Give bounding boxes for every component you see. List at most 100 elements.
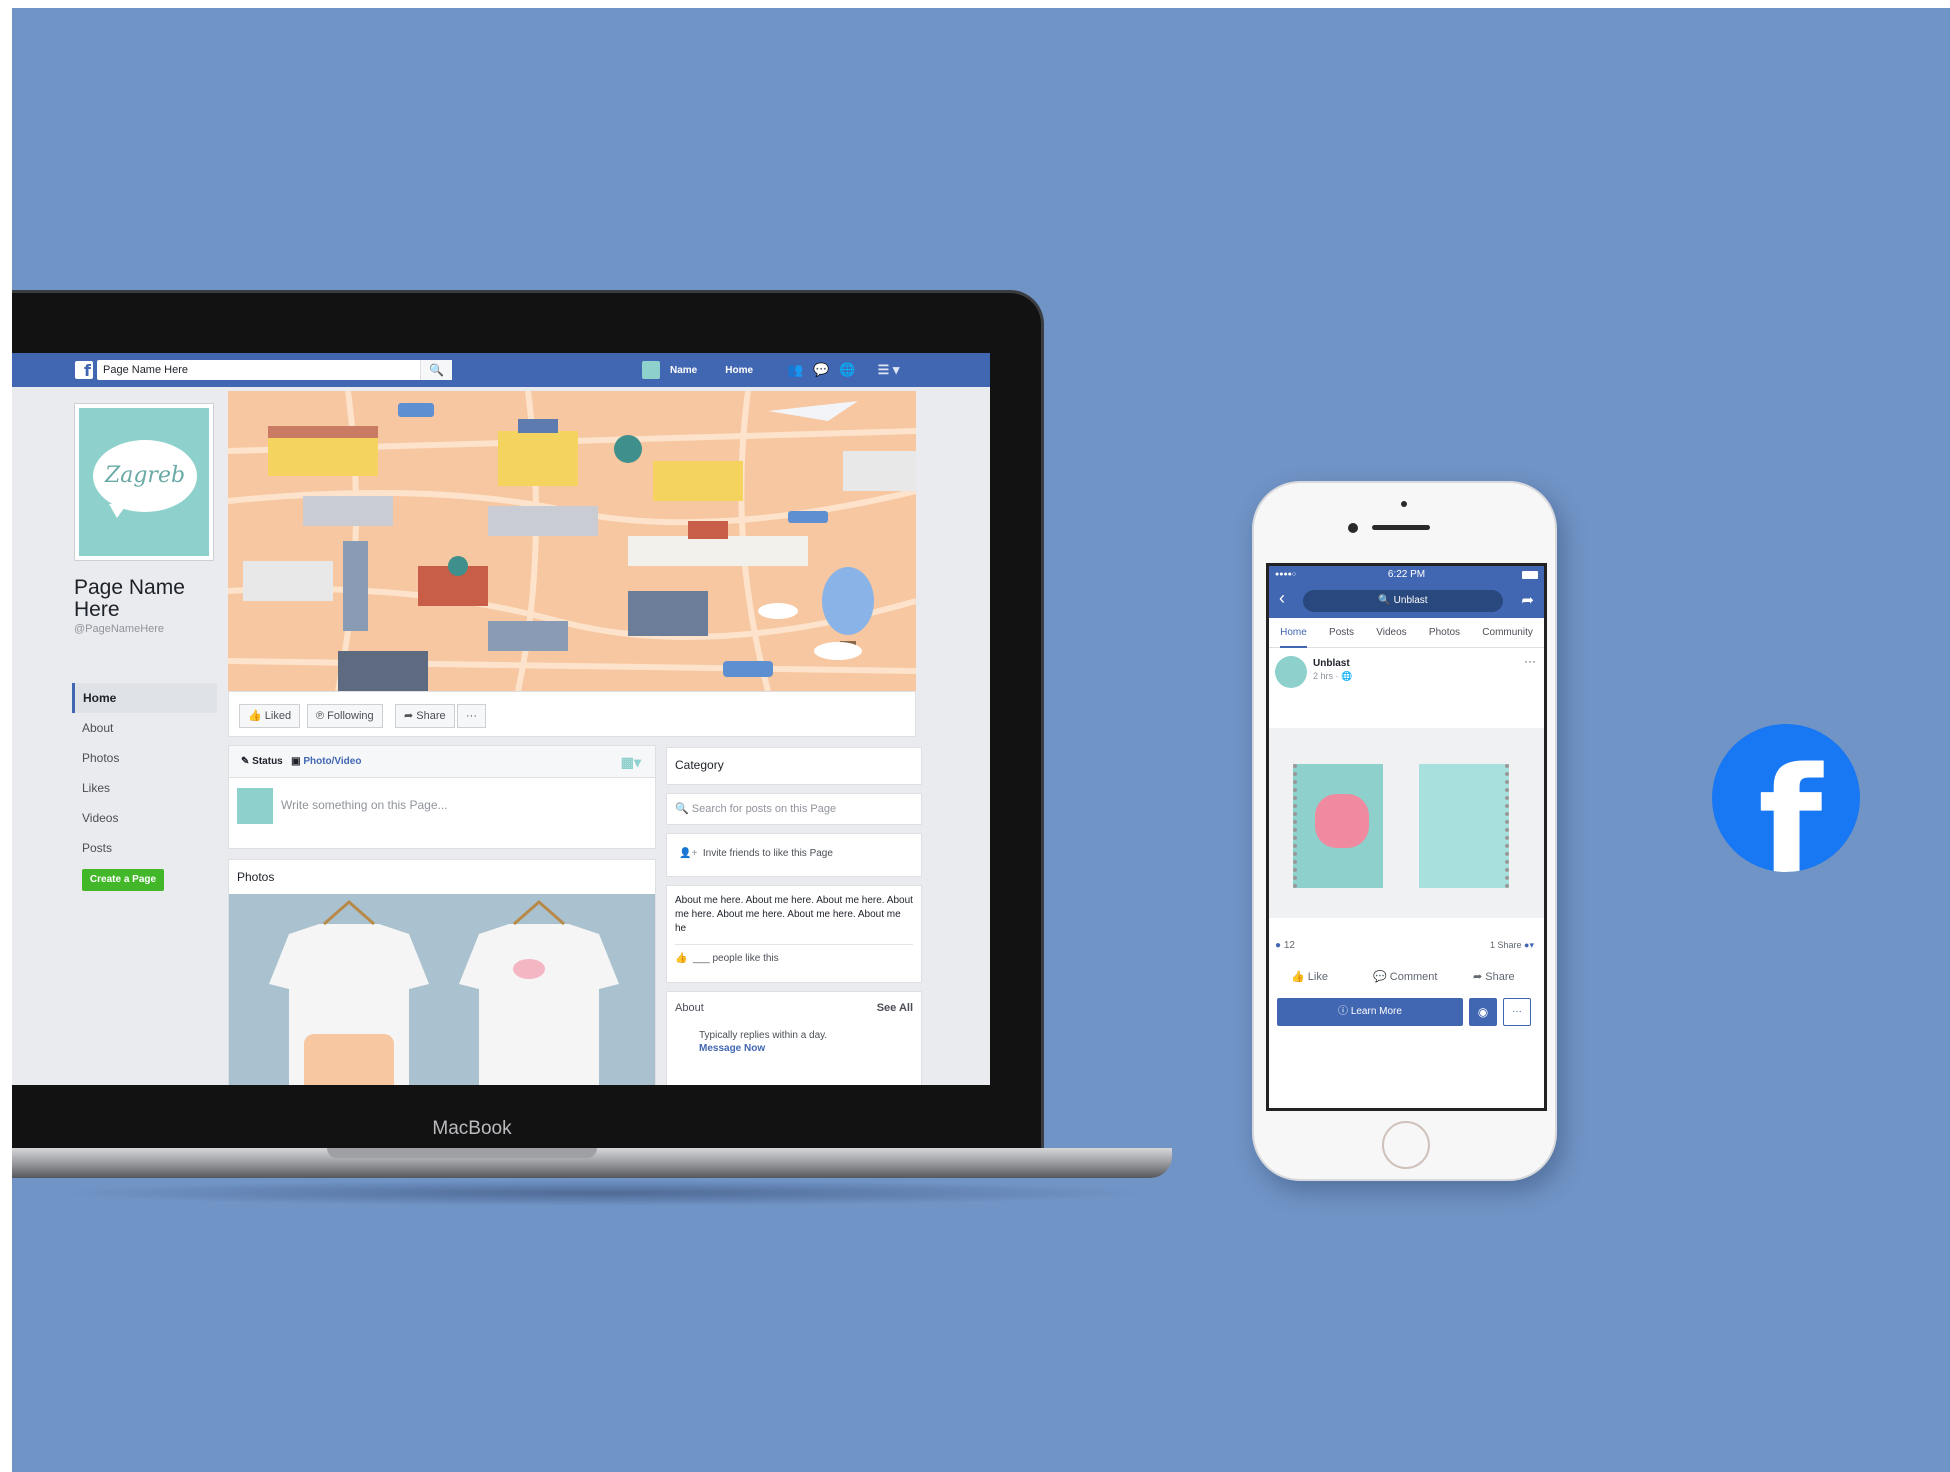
post-image[interactable]	[1269, 728, 1544, 918]
photo-video-tab[interactable]: Photo/Video	[303, 756, 361, 767]
see-all-link[interactable]: See All	[877, 1002, 913, 1014]
mobile-tabs: Home Posts Videos Photos Community	[1269, 618, 1544, 648]
phone-screen: ●●●●○ 6:22 PM ‹ 🔍 Unblast ➦ Home Posts V…	[1266, 563, 1547, 1111]
info-icon: ⓘ	[1338, 1006, 1349, 1017]
messenger-icon[interactable]: ◉	[1469, 998, 1497, 1026]
fb-top-bar: f Page Name Here 🔍 Name Home 👥 💬 🌐 ☰ ▾	[12, 353, 990, 387]
top-nav: Name Home 👥 💬 🌐 ☰ ▾	[642, 361, 899, 379]
page-profile-picture[interactable]: Zagreb	[74, 403, 214, 561]
menu-dropdown-icon[interactable]: ☰ ▾	[878, 362, 900, 378]
post-author[interactable]: Unblast	[1313, 658, 1350, 669]
search-icon[interactable]: 🔍	[420, 360, 452, 380]
more-options-button[interactable]: ···	[457, 704, 486, 728]
about-text: About me here. About me here. About me h…	[675, 895, 913, 934]
add-friend-icon: 👤+	[679, 848, 698, 859]
side-nav-home[interactable]: Home	[72, 683, 217, 713]
search-icon: 🔍	[1378, 595, 1391, 606]
liked-button[interactable]: 👍 Liked	[239, 704, 301, 728]
status-bar: ●●●●○ 6:22 PM	[1269, 566, 1544, 584]
nav-home[interactable]: Home	[725, 365, 753, 376]
city-map-illustration	[228, 391, 916, 691]
mobile-share-button[interactable]: ➦ Share	[1473, 970, 1515, 983]
reaction-count[interactable]: 12	[1284, 940, 1295, 951]
messages-icon[interactable]: 💬	[813, 362, 829, 378]
photos-section: Photos	[228, 859, 656, 1085]
battery-icon	[1522, 571, 1538, 579]
laptop-shadow	[52, 1180, 1152, 1206]
tab-community[interactable]: Community	[1482, 627, 1533, 638]
like-thumb-icon: 👍	[1291, 971, 1305, 983]
mobile-search-value: Unblast	[1393, 595, 1428, 606]
invite-friends-box[interactable]: 👤+ Invite friends to like this Page	[666, 833, 922, 877]
front-camera	[1348, 523, 1358, 533]
back-arrow-icon[interactable]: ‹	[1279, 588, 1285, 609]
about-box: About See All Typically replies within a…	[666, 991, 922, 1085]
cover-photo-map[interactable]	[228, 391, 916, 691]
about-summary-box: About me here. About me here. About me h…	[666, 885, 922, 983]
composer-tabs: ✎ Status ▣ Photo/Video ▦▾	[229, 746, 655, 778]
facebook-f-glyph: f	[1758, 736, 1823, 872]
pencil-icon: ✎	[241, 756, 250, 767]
side-nav-likes[interactable]: Likes	[72, 773, 217, 803]
avatar	[1275, 656, 1307, 688]
side-nav-videos[interactable]: Videos	[72, 803, 217, 833]
share-button[interactable]: ➦ Share	[395, 704, 455, 728]
share-label: Share	[416, 710, 446, 722]
tab-posts[interactable]: Posts	[1329, 627, 1354, 638]
tab-videos[interactable]: Videos	[1376, 627, 1406, 638]
earpiece	[1372, 525, 1430, 530]
home-button[interactable]	[1382, 1121, 1430, 1169]
page-side-nav: Home About Photos Likes Videos Posts	[72, 683, 217, 863]
more-button[interactable]: ···	[1503, 998, 1531, 1026]
photos-title: Photos	[237, 870, 275, 884]
status-time: 6:22 PM	[1387, 569, 1426, 580]
side-nav-photos[interactable]: Photos	[72, 743, 217, 773]
post-composer: ✎ Status ▣ Photo/Video ▦▾ Write somethin…	[228, 745, 656, 849]
zagreb-logo: Zagreb	[93, 440, 197, 512]
facebook-logo-icon[interactable]: f	[75, 361, 93, 380]
tshirt-photo[interactable]	[229, 894, 655, 1085]
search-input[interactable]: Page Name Here 🔍	[97, 360, 452, 380]
chat-dropdown-icon[interactable]: ▦▾	[621, 746, 641, 778]
page-search-input[interactable]: 🔍 Search for posts on this Page	[666, 793, 922, 825]
post-meta: 2 hrs ·	[1313, 671, 1339, 681]
liked-label: Liked	[264, 710, 292, 722]
like-label: Like	[1307, 971, 1328, 983]
composer-input[interactable]: Write something on this Page...	[281, 798, 448, 812]
share-count[interactable]: 1 Share	[1490, 940, 1522, 950]
mobile-search-field[interactable]: 🔍 Unblast	[1303, 590, 1503, 612]
search-value: Page Name Here	[103, 364, 188, 376]
side-nav-about[interactable]: About	[72, 713, 217, 743]
side-nav-posts[interactable]: Posts	[72, 833, 217, 863]
notebook-illustration	[1315, 794, 1369, 848]
search-icon: 🔍	[675, 803, 689, 815]
learn-more-button[interactable]: ⓘ Learn More	[1277, 998, 1463, 1026]
following-label: Following	[327, 710, 374, 722]
macbook-label: MacBook	[432, 1118, 512, 1139]
tab-photos[interactable]: Photos	[1429, 627, 1460, 638]
friend-requests-icon[interactable]: 👥	[787, 362, 803, 378]
notebook-front	[1293, 764, 1383, 888]
category-box: Category	[666, 747, 922, 785]
status-tab[interactable]: Status	[252, 756, 283, 767]
following-button[interactable]: ℗ Following	[307, 704, 383, 728]
mobile-nav-bar: ‹ 🔍 Unblast ➦	[1269, 584, 1544, 618]
nav-name[interactable]: Name	[670, 365, 697, 376]
comment-button[interactable]: 💬 Comment	[1373, 970, 1437, 983]
post-options-icon[interactable]: ···	[1524, 654, 1536, 668]
phone-mockup: ●●●●○ 6:22 PM ‹ 🔍 Unblast ➦ Home Posts V…	[1252, 481, 1557, 1181]
invite-label: Invite friends to like this Page	[702, 848, 833, 859]
notifications-globe-icon[interactable]: 🌐	[839, 362, 855, 378]
globe-icon: 🌐	[1341, 671, 1353, 681]
page-title: Page Name Here	[74, 576, 185, 621]
share-arrow-icon: ➦	[1473, 971, 1483, 983]
avatar[interactable]	[642, 361, 660, 379]
learn-more-label: Learn More	[1350, 1006, 1402, 1017]
like-button[interactable]: 👍 Like	[1291, 970, 1328, 983]
message-now-link[interactable]: Message Now	[667, 1041, 921, 1054]
laptop-notch	[327, 1148, 597, 1158]
tab-home[interactable]: Home	[1280, 618, 1307, 648]
create-page-button[interactable]: Create a Page	[82, 869, 164, 891]
share-arrow-icon[interactable]: ➦	[1521, 591, 1534, 609]
audience-dropdown-icon[interactable]: ●▾	[1524, 940, 1534, 950]
